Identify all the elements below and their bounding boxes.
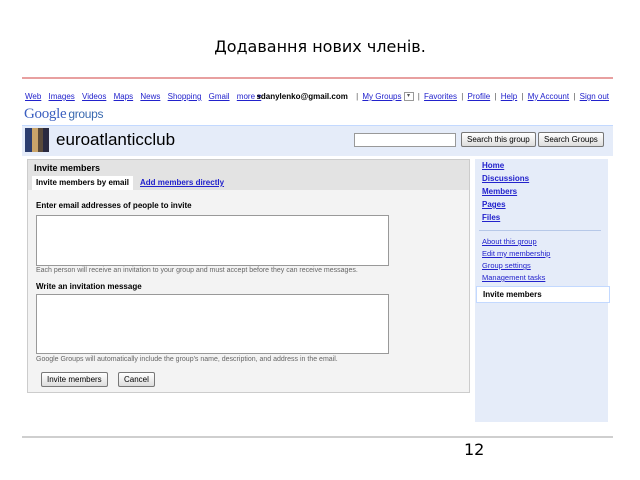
invite-members-panel: Invite members Invite members by email A… [27, 159, 470, 393]
email-note: Each person will receive an invitation t… [36, 267, 358, 274]
sidebar-divider [479, 230, 601, 231]
bottom-rule [22, 436, 613, 438]
message-note: Google Groups will automatically include… [36, 356, 338, 363]
nav-link-images[interactable]: Images [49, 92, 75, 101]
nav-link-maps[interactable]: Maps [114, 92, 134, 101]
nav-link-news[interactable]: News [140, 92, 160, 101]
my-account-link[interactable]: My Account [528, 92, 569, 101]
invite-members-button[interactable]: Invite members [41, 372, 108, 387]
my-groups-link[interactable]: My Groups [362, 92, 401, 101]
page-number: 12 [464, 440, 485, 459]
sidebar-item-group-settings[interactable]: Group settings [482, 261, 531, 270]
group-header: euroatlanticclub Search this group Searc… [22, 125, 613, 156]
profile-link[interactable]: Profile [468, 92, 491, 101]
sign-out-link[interactable]: Sign out [580, 92, 609, 101]
group-avatar [25, 128, 49, 152]
email-label: Enter email addresses of people to invit… [36, 201, 192, 210]
sidebar-item-management-tasks[interactable]: Management tasks [482, 273, 545, 282]
tab-add-directly[interactable]: Add members directly [140, 176, 224, 190]
favorites-link[interactable]: Favorites [424, 92, 457, 101]
tab-invite-by-email[interactable]: Invite members by email [32, 176, 133, 190]
logo-google-text: Google [24, 106, 67, 122]
sidebar-item-invite-members[interactable]: Invite members [476, 286, 610, 303]
group-sidebar: Home Discussions Members Pages Files Abo… [475, 159, 610, 422]
nav-link-web[interactable]: Web [25, 92, 41, 101]
slide-title: Додавання нових членів. [214, 37, 426, 56]
logo-groups-text: groups [68, 107, 104, 121]
panel-title: Invite members [28, 160, 469, 176]
sidebar-item-edit-membership[interactable]: Edit my membership [482, 249, 550, 258]
group-name: euroatlanticclub [56, 130, 176, 149]
top-rule [22, 77, 613, 79]
sidebar-item-discussions[interactable]: Discussions [482, 174, 529, 183]
sidebar-item-home[interactable]: Home [482, 161, 504, 170]
top-nav-bar: Web Images Videos Maps News Shopping Gma… [25, 92, 609, 104]
cancel-button[interactable]: Cancel [118, 372, 155, 387]
invite-form: Enter email addresses of people to invit… [28, 190, 469, 392]
nav-link-shopping[interactable]: Shopping [168, 92, 202, 101]
search-groups-button[interactable]: Search Groups [538, 132, 604, 147]
chevron-down-icon[interactable]: ▾ [403, 92, 414, 102]
google-groups-screenshot: Web Images Videos Maps News Shopping Gma… [22, 87, 613, 422]
email-addresses-field[interactable] [36, 215, 389, 266]
search-input[interactable] [354, 133, 456, 147]
help-link[interactable]: Help [501, 92, 517, 101]
invitation-message-field[interactable] [36, 294, 389, 354]
invite-tabs: Invite members by email Add members dire… [28, 176, 469, 190]
message-label: Write an invitation message [36, 282, 142, 291]
nav-link-videos[interactable]: Videos [82, 92, 106, 101]
sidebar-item-files[interactable]: Files [482, 213, 500, 222]
sidebar-item-pages[interactable]: Pages [482, 200, 506, 209]
sidebar-item-about[interactable]: About this group [482, 237, 537, 246]
google-groups-logo[interactable]: Google groups [24, 106, 104, 123]
services-links: Web Images Videos Maps News Shopping Gma… [25, 92, 266, 101]
user-email: sdanylenko@gmail.com [256, 92, 348, 101]
search-this-group-button[interactable]: Search this group [461, 132, 536, 147]
sidebar-item-members[interactable]: Members [482, 187, 517, 196]
nav-link-gmail[interactable]: Gmail [209, 92, 230, 101]
account-links: sdanylenko@gmail.com | My Groups ▾ | Favo… [256, 92, 609, 102]
